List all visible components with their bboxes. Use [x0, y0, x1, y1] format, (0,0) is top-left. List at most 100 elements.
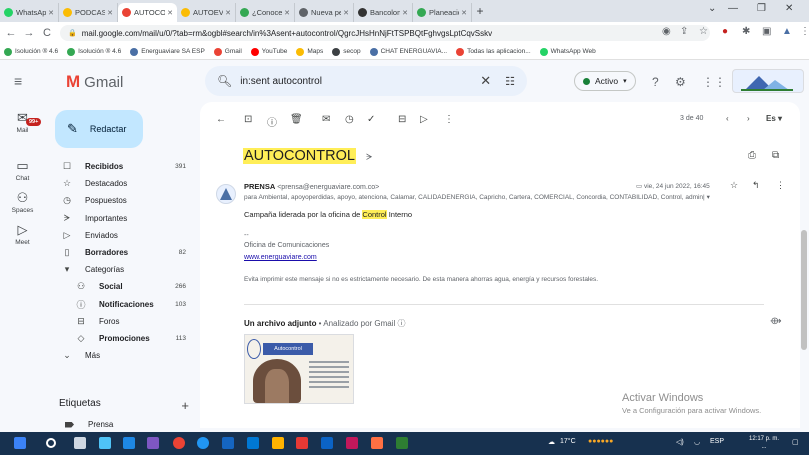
bookmark-item[interactable]: Gmail [213, 47, 242, 56]
apps-grid-icon[interactable]: ⋮⋮ [702, 75, 726, 89]
outlook-icon[interactable] [321, 437, 333, 449]
back-to-list-icon[interactable]: ← [216, 114, 226, 125]
sidebar-item[interactable]: ▯ Borradores 82 [45, 244, 200, 261]
archive-icon[interactable]: ⊡ [244, 114, 252, 125]
explorer-icon[interactable] [272, 437, 284, 449]
more-icon[interactable]: ⋮ [800, 26, 809, 37]
account-avatar[interactable] [732, 69, 804, 93]
restore-icon[interactable]: ❐ [757, 3, 766, 14]
search-input[interactable]: in:sent autocontrol [240, 76, 480, 87]
volume-icon[interactable]: ◁) [676, 438, 684, 446]
settings-icon[interactable]: ⚙ [675, 75, 686, 89]
bookmark-item[interactable]: Maps [296, 47, 323, 56]
new-tab-icon[interactable]: + [472, 4, 488, 18]
tab-close-icon[interactable]: ✕ [107, 9, 113, 17]
sidebar-item[interactable]: ◇ Promociones 113 [45, 330, 200, 347]
extension-icon[interactable]: ● [722, 26, 728, 37]
store-icon[interactable] [99, 437, 111, 449]
compose-button[interactable]: ✎ Redactar [55, 110, 143, 148]
sidebar-item[interactable]: ☐ Recibidos 391 [45, 158, 200, 175]
close-window-icon[interactable]: ✕ [785, 3, 793, 14]
tab-close-icon[interactable]: ✕ [461, 9, 467, 17]
chevron-down-icon[interactable]: ⌄ [708, 3, 716, 14]
windows-start-icon[interactable] [14, 437, 26, 449]
weather-temp[interactable]: 17°C [560, 438, 576, 445]
tab-close-icon[interactable]: ✕ [402, 9, 408, 17]
bookmark-item[interactable]: secop [332, 47, 361, 56]
add-label-icon[interactable]: + [181, 398, 189, 413]
acrobat-icon[interactable] [296, 437, 308, 449]
search-icon[interactable]: 🔍︎ [217, 74, 232, 88]
star-message-icon[interactable]: ☆ [730, 180, 738, 191]
browser-tab[interactable]: WhatsApp✕ [0, 3, 59, 22]
rail-mail[interactable]: ✉ Mail 99+ [0, 110, 45, 134]
sidepanel-icon[interactable]: ▣ [762, 26, 771, 37]
main-menu-icon[interactable]: ≡ [14, 73, 22, 89]
sender-avatar[interactable] [216, 184, 236, 204]
tab-close-icon[interactable]: ✕ [284, 9, 290, 17]
input-language-selector[interactable]: Es ▾ [766, 114, 782, 123]
app-purple-icon[interactable] [147, 437, 159, 449]
search-taskbar-icon[interactable] [46, 438, 56, 448]
rail-spaces[interactable]: ⚇ Spaces [0, 190, 45, 214]
sender-name[interactable]: PRENSA [244, 182, 275, 191]
eye-icon[interactable]: ◉ [662, 26, 671, 37]
gmail-logo[interactable]: M Gmail [66, 72, 123, 92]
network-icon[interactable]: ◡ [694, 438, 700, 446]
weather-icon[interactable]: ☁ [548, 438, 555, 446]
search-bar[interactable]: 🔍︎ in:sent autocontrol ✕ ☷ [205, 66, 527, 96]
more-options-icon[interactable]: ⋮ [444, 114, 454, 125]
label-item-prensa[interactable]: Prensa [65, 420, 113, 429]
forward-icon[interactable]: → [22, 27, 36, 39]
bookmark-item[interactable]: Energuaviare SA ESP [130, 47, 205, 56]
recipients-line[interactable]: para Ambiental, apoyoperdidas, apoyo, at… [244, 193, 764, 201]
address-bar[interactable]: 🔒 mail.google.com/mail/u/0/?tab=rm&ogbl#… [60, 25, 710, 41]
browser-tab[interactable]: PODCAST - I✕ [59, 3, 118, 22]
sidebar-item[interactable]: ⊟ Foros [45, 313, 200, 330]
tray-apps-icon[interactable]: ●●●●●● [588, 438, 613, 445]
browser-tab[interactable]: Bancolombi✕ [354, 3, 413, 22]
browser-tab[interactable]: Nueva pesta✕ [295, 3, 354, 22]
excel-icon[interactable] [396, 437, 408, 449]
reload-icon[interactable]: C [40, 27, 54, 39]
tab-close-icon[interactable]: ✕ [225, 9, 231, 17]
previous-icon[interactable]: ‹ [726, 114, 729, 123]
reply-icon[interactable]: ↰ [752, 180, 760, 191]
system-clock[interactable]: 12:17 p. m. ... [749, 435, 779, 451]
browser-tab[interactable]: AUTOCONTR✕ [118, 3, 177, 22]
tab-close-icon[interactable]: ✕ [343, 9, 349, 17]
notifications-icon[interactable]: ▢ [792, 438, 799, 446]
bookmark-item[interactable]: Isolución ® 4.6 [4, 47, 58, 56]
back-icon[interactable]: ← [4, 27, 18, 39]
signature-link[interactable]: www.energuaviare.com [244, 254, 317, 261]
sidebar-item[interactable]: ᗒ Importantes [45, 210, 200, 227]
chrome-icon[interactable] [173, 437, 185, 449]
sidebar-item[interactable]: ⓘ Notificaciones 103 [45, 296, 200, 313]
sidebar-item[interactable]: ◷ Pospuestos [45, 192, 200, 209]
task-view-icon[interactable] [74, 437, 86, 449]
sidebar-item[interactable]: ▾ Categorías [45, 261, 200, 278]
powerpoint-icon[interactable] [346, 437, 358, 449]
delete-icon[interactable]: 🗑︎ [290, 114, 303, 125]
star-icon[interactable]: ☆ [699, 26, 708, 37]
snooze-icon[interactable]: ◷ [345, 114, 354, 125]
sidebar-item[interactable]: ☆ Destacados [45, 175, 200, 192]
help-icon[interactable]: ? [652, 75, 659, 89]
page-scrollbar[interactable] [801, 230, 807, 350]
report-spam-icon[interactable]: ⓘ [267, 114, 277, 129]
bookmark-item[interactable]: WhatsApp Web [539, 47, 596, 56]
chrome-alt-icon[interactable] [371, 437, 383, 449]
info-icon[interactable]: ⓘ [395, 319, 406, 328]
bookmark-item[interactable]: CHAT ENERGUAVIA... [369, 47, 447, 56]
puzzle-icon[interactable]: ✱ [742, 26, 750, 37]
share-icon[interactable]: ⇪ [680, 26, 688, 37]
sidebar-item[interactable]: ▷ Enviados [45, 227, 200, 244]
browser-tab[interactable]: AUTOEVALU✕ [177, 3, 236, 22]
rail-meet[interactable]: ▷ Meet [0, 222, 45, 246]
move-to-icon[interactable]: ⊟ [398, 114, 406, 125]
message-more-icon[interactable]: ⋮ [776, 180, 785, 191]
word-icon[interactable] [123, 437, 135, 449]
input-language[interactable]: ESP [710, 438, 724, 445]
edge-icon[interactable] [197, 437, 209, 449]
browser-tab[interactable]: Planeación |✕ [413, 3, 472, 22]
